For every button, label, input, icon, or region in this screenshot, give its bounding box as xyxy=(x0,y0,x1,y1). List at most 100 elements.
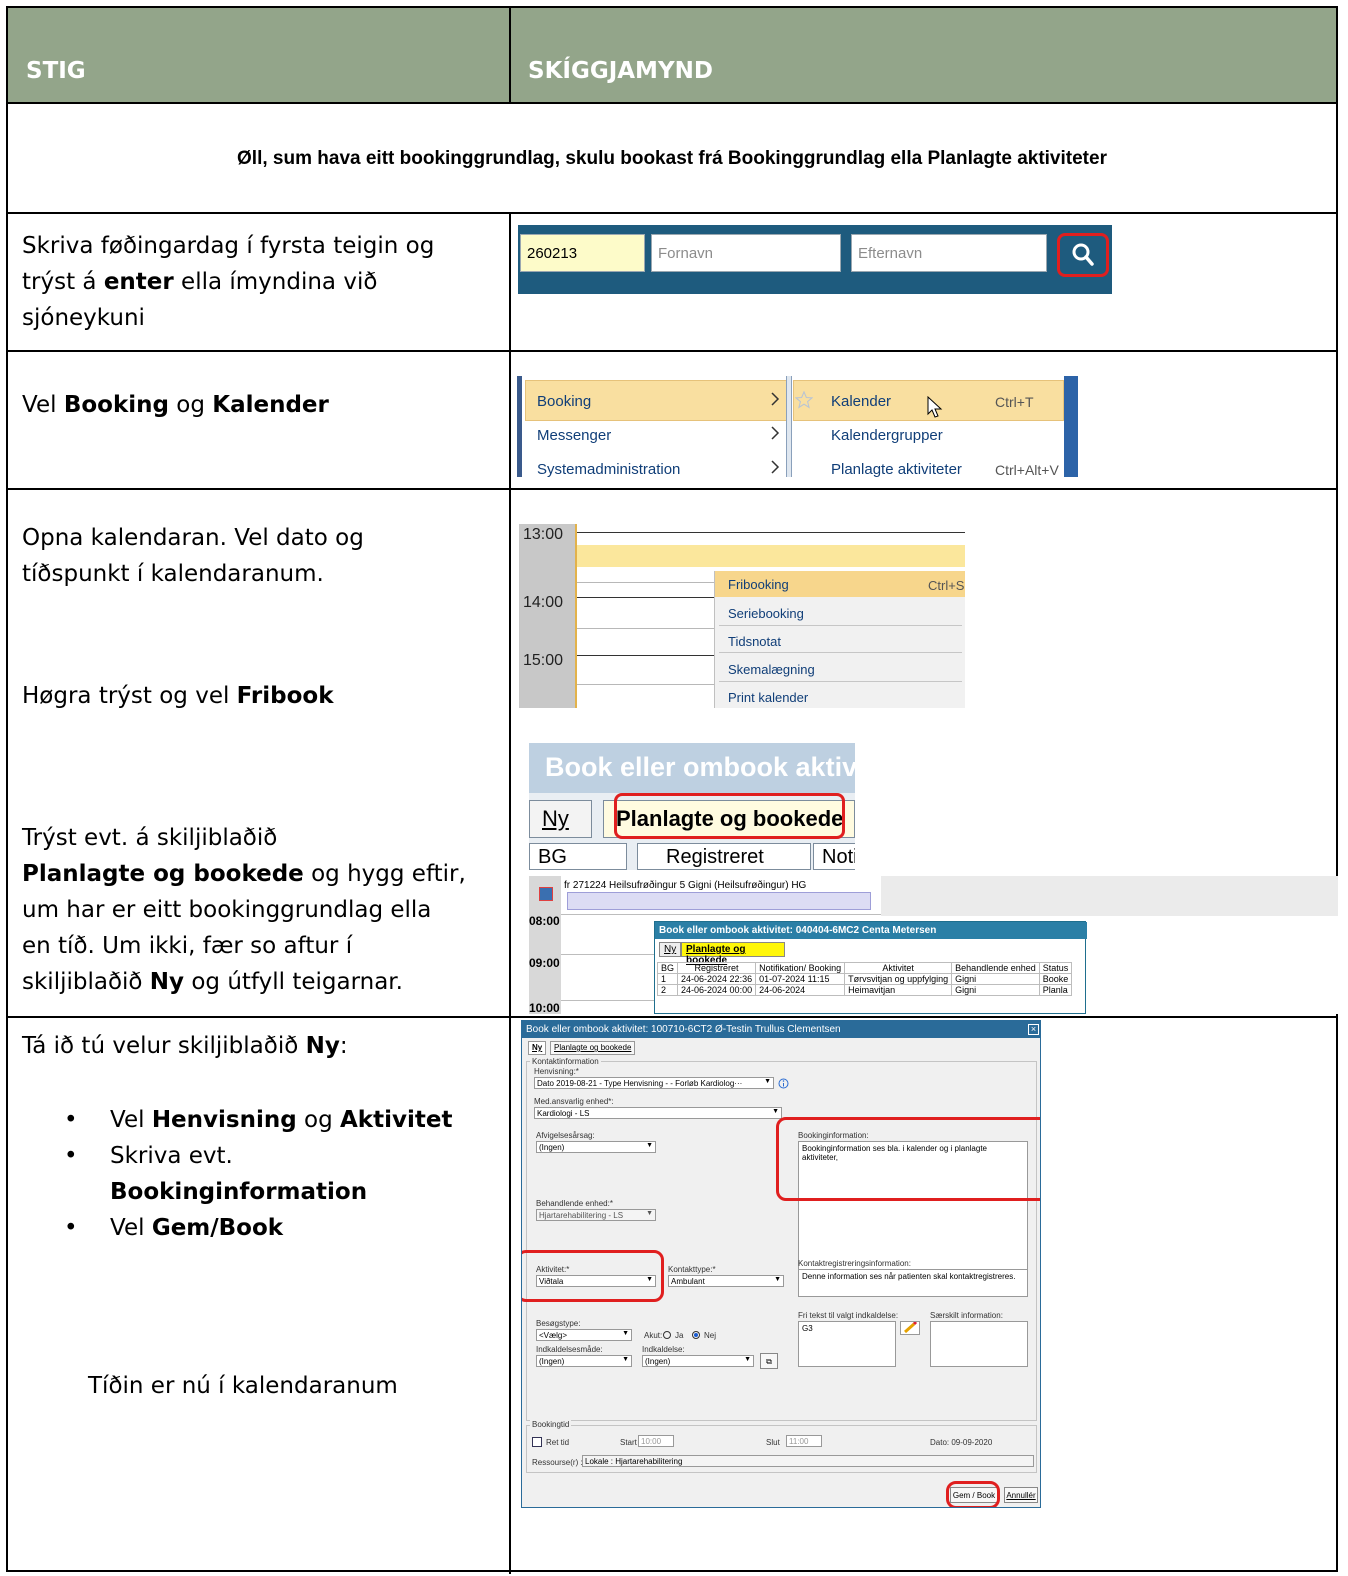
tab-ny[interactable]: Ny xyxy=(659,942,681,957)
highlight-box xyxy=(776,1117,1040,1201)
context-item-tidsnotat[interactable]: Tidsnotat xyxy=(728,634,781,649)
table-cell: Heimavitjan xyxy=(844,984,953,996)
divider xyxy=(509,212,511,1574)
chevron-right-icon xyxy=(771,426,780,440)
contact-type-select[interactable]: Ambulant ▼ xyxy=(668,1275,784,1287)
column-header[interactable]: Notifikation/ Booking xyxy=(755,962,846,974)
radio-label: Ja xyxy=(675,1331,684,1340)
search-icon xyxy=(1072,243,1094,266)
right-time-checkbox[interactable] xyxy=(532,1437,542,1447)
step-1-text: Skriva føðingardag í fyrsta teigin og tr… xyxy=(22,233,435,331)
column-header[interactable]: BG xyxy=(656,962,679,974)
tab-ny[interactable]: Ny xyxy=(529,800,592,838)
dob-input[interactable]: 260213 xyxy=(520,234,645,272)
context-item-skemalaegning[interactable]: Skemalægning xyxy=(728,662,815,677)
menu-edge xyxy=(1064,376,1078,477)
time-label: 09:00 xyxy=(529,956,560,970)
contact-reg-textarea[interactable]: Denne information ses når patienten skal… xyxy=(798,1269,1028,1297)
attachment-button[interactable]: ⧉ xyxy=(760,1353,778,1369)
end-time-input[interactable]: 11:00 xyxy=(786,1435,822,1447)
chevron-right-icon xyxy=(771,460,780,474)
context-item-seriebooking[interactable]: Seriebooking xyxy=(728,606,804,621)
column-header[interactable]: Registreret xyxy=(677,962,757,974)
edit-button[interactable] xyxy=(900,1320,920,1335)
star-icon[interactable] xyxy=(795,391,813,409)
special-info-textarea[interactable] xyxy=(930,1321,1028,1367)
booking-dialog: Book eller ombook aktivitet: 100710-6CT2… xyxy=(521,1020,1041,1508)
field-label: Afvigelsesårsag: xyxy=(536,1131,595,1140)
menu-separator xyxy=(786,376,792,477)
referral-select[interactable]: Dato 2019-08-21 - Type Henvisning - - Fo… xyxy=(534,1077,774,1089)
divider xyxy=(8,1016,1336,1018)
context-item-fribooking[interactable]: Fribooking xyxy=(728,577,789,592)
gridline xyxy=(577,532,965,533)
acute-yes-radio[interactable] xyxy=(663,1331,671,1339)
gridline xyxy=(561,914,881,915)
field-label: Kontakttype:* xyxy=(668,1265,716,1274)
event-block[interactable] xyxy=(567,892,871,910)
visit-type-select[interactable]: <Vælg> ▼ xyxy=(536,1329,632,1341)
summons-method-select[interactable]: (Ingen) ▼ xyxy=(536,1355,632,1367)
table-header-row: STIG SKÍGGJAMYND xyxy=(8,8,1336,102)
divider xyxy=(8,488,1336,490)
header-stig: STIG xyxy=(26,58,86,84)
field-label: Indkaldelse: xyxy=(642,1345,685,1354)
column-header[interactable]: Status xyxy=(1038,962,1073,974)
calendar-icon xyxy=(539,887,553,901)
context-item-print-kalender[interactable]: Print kalender xyxy=(728,690,808,705)
step-5-result: Tíðin er nú í kalendaranum xyxy=(88,1373,398,1399)
main-menu: Booking Messenger Systemadministration K… xyxy=(517,376,1078,477)
start-time-input[interactable]: 10:00 xyxy=(638,1435,674,1447)
info-icon[interactable] xyxy=(778,1078,789,1089)
dialog-title: Book eller ombook aktivitet: 040404-6MC2… xyxy=(655,922,1087,939)
field-label: Slut xyxy=(766,1438,780,1447)
intro-note: Øll, sum hava eitt bookinggrundlag, skul… xyxy=(237,148,1107,169)
acute-no-radio[interactable] xyxy=(692,1331,700,1339)
divider xyxy=(8,212,1336,214)
step-5-bullets: • Vel Henvisning og Aktivitet • Skriva evt… xyxy=(64,1107,453,1241)
divider xyxy=(509,8,511,102)
table-cell: Gigni xyxy=(951,973,1040,985)
planned-activities-table: BG Registreret Notifikation/ Booking Akt… xyxy=(656,962,1073,996)
table-cell: 1 xyxy=(656,973,679,985)
header-skiggjamynd: SKÍGGJAMYND xyxy=(528,58,713,84)
menu-item-systemadministration[interactable]: Systemadministration xyxy=(537,461,680,477)
step-3-text: Opna kalendaran. Vel dato og tíðspunkt í… xyxy=(22,525,364,587)
chevron-right-icon xyxy=(771,392,780,406)
table-row[interactable]: 1 24-06-2024 22:36 01-07-2024 11:15 Tørv… xyxy=(656,973,1073,985)
search-button[interactable] xyxy=(1057,233,1109,277)
calendar-panel xyxy=(881,876,1338,916)
menu-item-messenger[interactable]: Messenger xyxy=(537,427,611,444)
summons-select[interactable]: (Ingen) ▼ xyxy=(642,1355,754,1367)
free-text-textarea[interactable]: G3 xyxy=(798,1321,896,1367)
field-label: Særskilt information: xyxy=(930,1311,1003,1320)
reject-reason-select[interactable]: (Ingen) ▼ xyxy=(536,1141,656,1153)
column-header[interactable]: BG xyxy=(529,843,627,870)
close-icon[interactable]: × xyxy=(1028,1024,1039,1035)
med-unit-select[interactable]: Kardiologi - LS ▼ xyxy=(534,1107,782,1119)
treating-unit-select[interactable]: Hjartarehabilitering - LS ▼ xyxy=(536,1209,656,1221)
tab-ny[interactable]: Ny xyxy=(528,1041,547,1055)
column-header[interactable]: Notifika xyxy=(813,843,855,870)
submenu-item-kalender[interactable]: Kalender xyxy=(831,393,891,410)
step-2-text: Vel Booking og Kalender xyxy=(22,392,329,418)
menu-item-booking[interactable]: Booking xyxy=(537,393,591,410)
table-row[interactable]: 2 24-06-2024 00:00 24-06-2024 Heimavitja… xyxy=(656,984,1073,996)
column-header[interactable]: Aktivitet xyxy=(844,962,953,974)
highlight-box xyxy=(522,1250,664,1302)
submenu-item-planlagte-aktiviteter[interactable]: Planlagte aktiviteter xyxy=(831,461,962,477)
radio-label: Nej xyxy=(704,1331,717,1340)
tab-planlagte-og-bookede[interactable]: Planlagte og bookede xyxy=(681,942,785,966)
time-label: 08:00 xyxy=(529,914,560,928)
column-header[interactable]: Behandlende enhed xyxy=(951,962,1040,974)
tab-planlagte-og-bookede[interactable]: Planlagte og bookede xyxy=(550,1041,636,1055)
group-title: Bookingtid xyxy=(530,1420,572,1429)
time-label: 15:00 xyxy=(523,652,564,669)
cancel-button[interactable]: Annullér xyxy=(1004,1487,1038,1503)
first-name-input[interactable]: Fornavn xyxy=(651,234,841,272)
submenu-item-kalendergrupper[interactable]: Kalendergrupper xyxy=(831,427,943,444)
selected-slot[interactable] xyxy=(577,545,965,567)
last-name-input[interactable]: Efternavn xyxy=(851,234,1047,272)
column-header[interactable]: Registreret xyxy=(637,843,811,870)
menu-edge xyxy=(517,376,522,477)
